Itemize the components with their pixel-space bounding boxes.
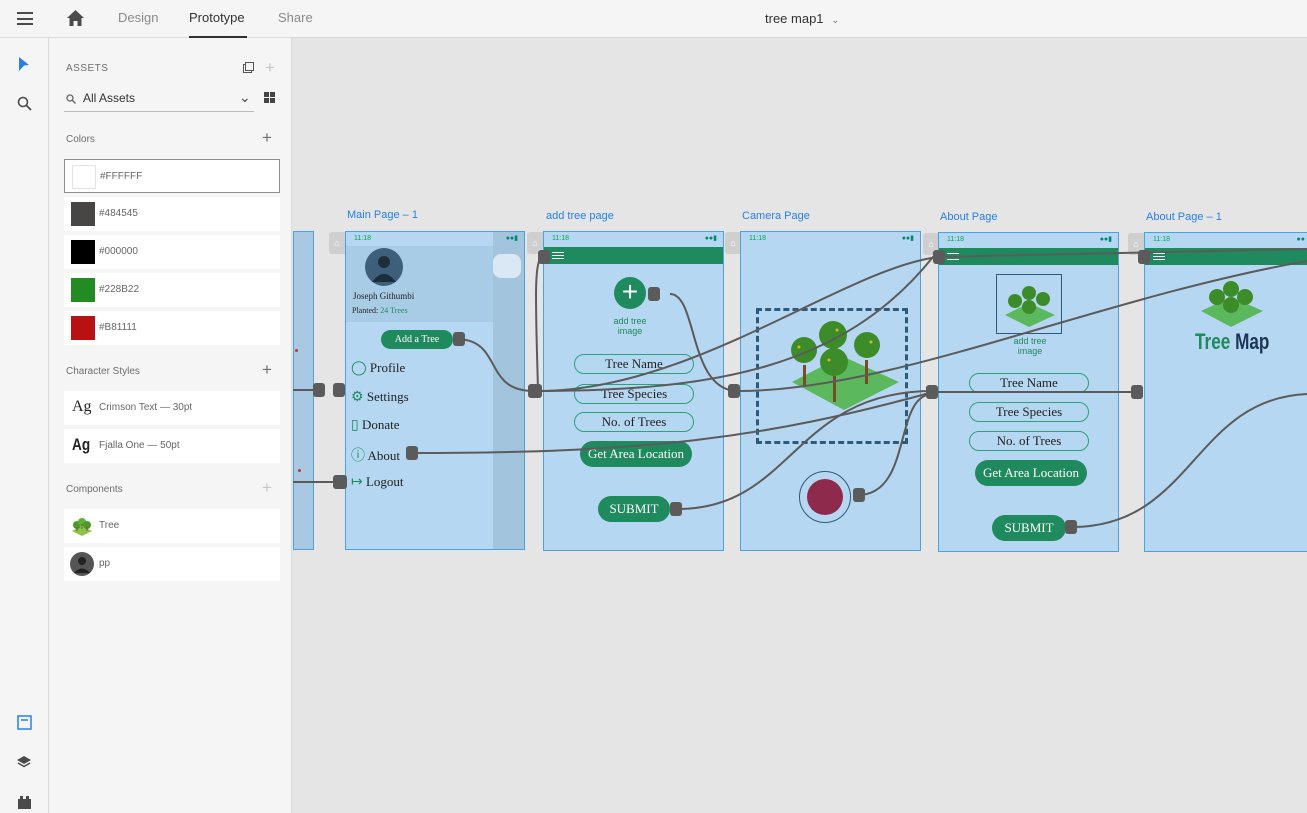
components-section-title: Components xyxy=(66,484,123,495)
component-row[interactable]: pp xyxy=(64,547,280,581)
character-style-sample: Ag xyxy=(72,398,92,415)
component-label: Tree xyxy=(99,520,120,531)
character-style-row[interactable]: Ag Fjalla One — 50pt xyxy=(64,429,280,463)
tab-prototype[interactable]: Prototype xyxy=(189,0,247,38)
component-label: pp xyxy=(99,558,111,569)
assets-title: ASSETS xyxy=(66,63,109,74)
tree-component-thumbnail xyxy=(72,518,92,536)
chevron-down-icon[interactable]: ⌄ xyxy=(239,89,251,106)
search-icon xyxy=(66,94,76,104)
plugins-icon[interactable] xyxy=(17,795,32,809)
open-library-icon[interactable] xyxy=(243,62,254,73)
zoom-search-icon[interactable] xyxy=(17,96,32,111)
color-swatch-row[interactable]: #228B22 xyxy=(64,273,280,307)
document-title[interactable]: tree map1 ⌄ xyxy=(765,11,840,26)
color-swatch xyxy=(72,165,96,189)
chevron-down-icon: ⌄ xyxy=(831,15,840,26)
color-swatch xyxy=(71,316,95,340)
canvas[interactable]: Main Page – 1 ⌂ 11:18 ●●▮ Joseph Githumbi… xyxy=(293,39,1307,813)
color-swatch-row[interactable]: #B81111 xyxy=(64,311,280,345)
color-label: #000000 xyxy=(99,246,138,257)
hamburger-menu-icon[interactable] xyxy=(17,12,33,25)
color-swatch-row[interactable]: #484545 xyxy=(64,197,280,231)
avatar-component-thumbnail xyxy=(70,552,94,576)
add-asset-icon[interactable]: + xyxy=(265,59,275,76)
colors-section-title: Colors xyxy=(66,134,95,145)
asset-search-value: All Assets xyxy=(83,91,136,105)
tab-share[interactable]: Share xyxy=(278,0,313,38)
tab-design[interactable]: Design xyxy=(118,0,158,38)
assets-panel: ASSETS + All Assets ⌄ Colors + #FFFFFF #… xyxy=(49,38,292,813)
color-label: #228B22 xyxy=(99,284,140,295)
character-style-label: Crimson Text — 30pt xyxy=(99,402,193,413)
character-style-label: Fjalla One — 50pt xyxy=(99,440,180,451)
component-row[interactable]: Tree xyxy=(64,509,280,543)
assets-panel-icon[interactable] xyxy=(17,715,32,730)
color-swatch xyxy=(71,202,95,226)
asset-search[interactable]: All Assets ⌄ xyxy=(64,88,254,112)
color-label: #B81111 xyxy=(99,322,137,333)
document-title-text: tree map1 xyxy=(765,11,824,26)
add-component-icon[interactable]: + xyxy=(262,479,272,496)
tool-rail xyxy=(0,38,49,813)
color-swatch-row[interactable]: #FFFFFF xyxy=(64,159,280,193)
color-swatch xyxy=(71,240,95,264)
grid-view-icon[interactable] xyxy=(264,92,275,103)
character-style-sample: Ag xyxy=(72,435,91,454)
layers-icon[interactable] xyxy=(16,754,32,770)
color-label: #484545 xyxy=(99,208,138,219)
prototype-wires xyxy=(293,248,1307,534)
color-swatch-row[interactable]: #000000 xyxy=(64,235,280,269)
top-bar: Design Prototype Share tree map1 ⌄ xyxy=(0,0,1307,38)
character-style-row[interactable]: Ag Crimson Text — 30pt xyxy=(64,391,280,425)
add-color-icon[interactable]: + xyxy=(262,129,272,146)
color-swatch xyxy=(71,278,95,302)
color-label: #FFFFFF xyxy=(100,171,143,182)
character-styles-section-title: Character Styles xyxy=(66,366,140,377)
home-icon[interactable] xyxy=(66,9,85,27)
select-arrow-icon[interactable] xyxy=(18,56,30,72)
add-character-style-icon[interactable]: + xyxy=(262,361,272,378)
